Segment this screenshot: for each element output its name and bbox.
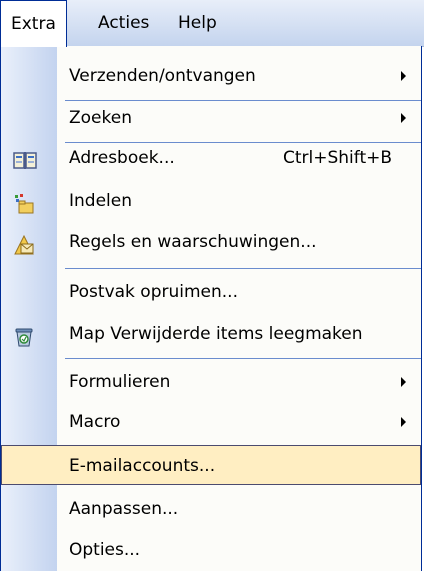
submenu-arrow-icon bbox=[401, 417, 406, 427]
menubar-extra[interactable]: Extra bbox=[0, 0, 67, 47]
menu-item-label: Formulieren bbox=[69, 372, 171, 392]
menu-item-aanpassen[interactable]: Aanpassen... bbox=[1, 489, 421, 529]
menu-item-label: Regels en waarschuwingen... bbox=[69, 232, 317, 252]
menu-item-label: E-mailaccounts... bbox=[69, 456, 216, 476]
address-book-icon bbox=[13, 147, 37, 169]
menu-item-indelen[interactable]: Indelen bbox=[1, 181, 421, 221]
menu-item-label: Macro bbox=[69, 412, 121, 432]
menu-item-label: Verzenden/ontvangen bbox=[69, 66, 256, 86]
menu-item-verzenden-ontvangen[interactable]: Verzenden/ontvangen bbox=[1, 56, 421, 96]
submenu-arrow-icon bbox=[401, 113, 406, 123]
submenu-arrow-icon bbox=[401, 71, 406, 81]
menu-item-label: Opties... bbox=[69, 540, 141, 560]
menu-separator bbox=[65, 358, 421, 359]
extra-dropdown-menu: Verzenden/ontvangen Zoeken Adresboek... … bbox=[0, 46, 422, 571]
menu-item-postvak-opruimen[interactable]: Postvak opruimen... bbox=[1, 272, 421, 312]
menu-item-label: Map Verwijderde items leegmaken bbox=[69, 324, 363, 344]
menu-item-macro[interactable]: Macro bbox=[1, 402, 421, 442]
organize-icon bbox=[13, 190, 37, 214]
menu-item-label: Zoeken bbox=[69, 108, 132, 128]
menubar-acties[interactable]: Acties bbox=[88, 0, 159, 46]
menu-item-adresboek[interactable]: Adresboek... Ctrl+Shift+B bbox=[1, 138, 421, 178]
menu-separator bbox=[65, 268, 421, 269]
submenu-arrow-icon bbox=[401, 377, 406, 387]
rules-icon bbox=[13, 231, 37, 255]
menu-item-label: Adresboek... bbox=[69, 148, 175, 168]
menu-item-label: Indelen bbox=[69, 191, 132, 211]
menu-item-label: Postvak opruimen... bbox=[69, 282, 238, 302]
menubar-help[interactable]: Help bbox=[168, 0, 227, 46]
menu-item-e-mailaccounts[interactable]: E-mailaccounts... bbox=[1, 445, 421, 485]
menu-item-label: Aanpassen... bbox=[69, 499, 179, 519]
menu-item-opties[interactable]: Opties... bbox=[1, 530, 421, 570]
empty-trash-icon bbox=[13, 323, 37, 347]
menu-bar: Extra Acties Help bbox=[0, 0, 424, 47]
menu-item-zoeken[interactable]: Zoeken bbox=[1, 98, 421, 138]
menu-item-map-verwijderde-items-leegmaken[interactable]: Map Verwijderde items leegmaken bbox=[1, 314, 421, 354]
menu-item-formulieren[interactable]: Formulieren bbox=[1, 362, 421, 402]
keyboard-shortcut: Ctrl+Shift+B bbox=[283, 148, 393, 168]
menu-item-regels-en-waarschuwingen[interactable]: Regels en waarschuwingen... bbox=[1, 222, 421, 262]
